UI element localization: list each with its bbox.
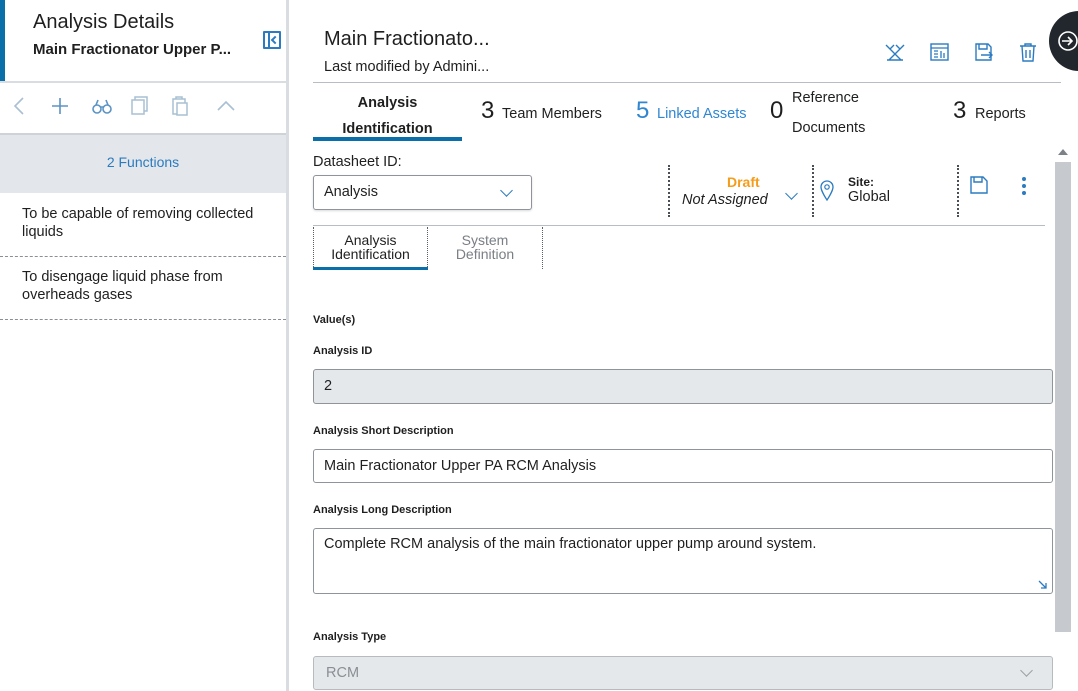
datasheet-select[interactable]: Analysis (313, 175, 532, 210)
short-description-field[interactable]: Main Fractionator Upper PA RCM Analysis (313, 449, 1053, 483)
tab-count: 3 (481, 97, 495, 124)
chevron-down-icon (1020, 664, 1033, 677)
network-icon[interactable] (884, 41, 906, 63)
tab-label: Documents (792, 120, 866, 136)
last-modified-text: Last modified by Admini... (324, 59, 490, 75)
divider (0, 81, 289, 83)
analysis-id-field[interactable]: 2 (313, 369, 1053, 404)
analysis-type-select[interactable]: RCM (313, 656, 1053, 690)
binoculars-icon[interactable] (90, 94, 114, 118)
divider (313, 225, 1045, 226)
subtab-label: Analysis (344, 232, 397, 248)
add-icon[interactable] (48, 94, 72, 118)
section-label: Value(s) (313, 314, 356, 326)
list-item-text: liquids (22, 224, 64, 240)
paste-icon[interactable] (168, 94, 192, 118)
tab-label: Team Members (502, 106, 602, 122)
list-item-text: overheads gases (22, 287, 133, 303)
sign-in-icon (1058, 31, 1078, 51)
page-title: Main Fractionato... (324, 28, 490, 50)
tab-label: Reports (975, 106, 1026, 122)
list-item-text: To disengage liquid phase from (22, 269, 223, 285)
analysis-type-label: Analysis Type (313, 631, 387, 643)
list-item[interactable]: To be capable of removing collected liqu… (0, 205, 286, 257)
panel-subtitle: Main Fractionator Upper P... (33, 41, 232, 58)
back-icon[interactable] (8, 94, 32, 118)
scrollbar-thumb[interactable] (1055, 162, 1071, 632)
copy-icon[interactable] (127, 94, 151, 118)
more-options-icon[interactable] (1019, 176, 1029, 196)
chevron-down-icon (500, 184, 513, 197)
tab-label: Linked Assets (657, 106, 747, 122)
tab-count: 0 (770, 97, 784, 124)
scroll-up-icon[interactable] (1058, 149, 1068, 155)
left-accent-bar (0, 0, 5, 82)
site-label: Site: (848, 175, 875, 189)
tab-count: 5 (636, 97, 650, 124)
datasheet-select-value: Analysis (324, 184, 378, 200)
short-description-label: Analysis Short Description (313, 425, 454, 437)
site-value: Global (848, 189, 890, 205)
long-description-text: Complete RCM analysis of the main fracti… (324, 536, 817, 552)
divider (668, 165, 670, 217)
subtab-label: System (461, 232, 509, 248)
subtab-analysis-identification[interactable]: Analysis Identification (313, 227, 428, 269)
left-panel: Analysis Details Main Fractionator Upper… (0, 0, 289, 691)
active-tab-indicator (313, 137, 462, 141)
floating-action-button[interactable] (1049, 11, 1078, 71)
list-item[interactable]: To disengage liquid phase from overheads… (0, 268, 286, 320)
panel-title: Analysis Details (33, 11, 175, 33)
subtab-label: Definition (455, 246, 515, 262)
collapse-up-icon[interactable] (214, 94, 238, 118)
subtab-label: Identification (331, 246, 410, 262)
functions-toolbar (0, 90, 286, 124)
active-subtab-indicator (313, 267, 428, 270)
assignee-text: Not Assigned (682, 192, 768, 208)
tab-label: Reference (792, 90, 859, 106)
delete-icon[interactable] (1017, 41, 1039, 63)
location-pin-icon (820, 180, 834, 201)
state-chevron-down-icon[interactable] (785, 187, 798, 200)
collapse-panel-icon[interactable] (263, 31, 281, 49)
functions-header[interactable]: 2 Functions (0, 135, 286, 193)
subtab-system-definition[interactable]: System Definition (428, 227, 543, 269)
long-description-field[interactable]: Complete RCM analysis of the main fracti… (313, 528, 1053, 594)
export-icon[interactable] (973, 41, 995, 63)
divider (957, 165, 959, 217)
datasheet-label: Datasheet ID: (313, 154, 402, 170)
state-badge: Draft (727, 174, 760, 190)
divider (313, 82, 1061, 83)
analysis-type-value: RCM (326, 665, 360, 681)
analysis-id-label: Analysis ID (313, 345, 373, 357)
tab-count: 3 (953, 97, 967, 124)
divider (812, 165, 814, 217)
report-icon[interactable] (929, 41, 951, 63)
save-icon[interactable] (969, 175, 989, 195)
list-item-text: To be capable of removing collected (22, 206, 254, 222)
long-description-label: Analysis Long Description (313, 504, 452, 516)
resize-handle-icon[interactable] (1038, 580, 1048, 590)
